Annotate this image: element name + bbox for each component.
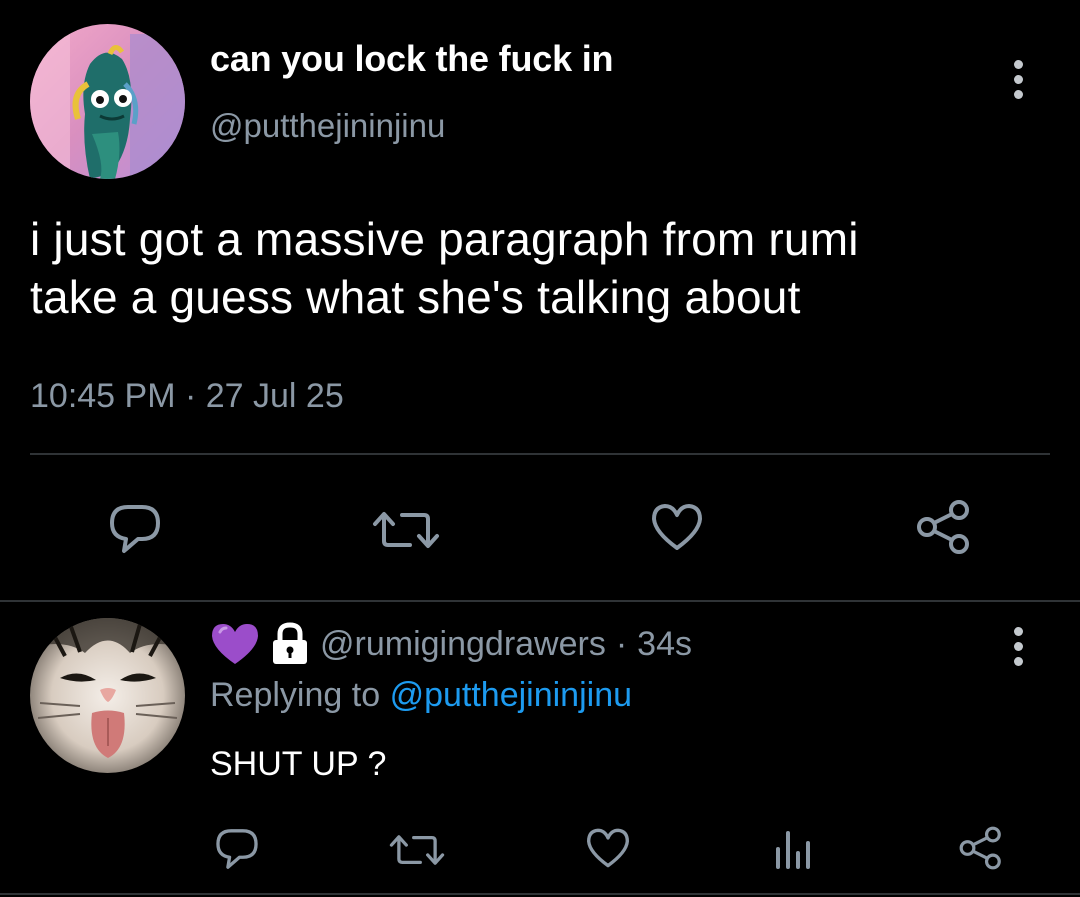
author-avatar[interactable] <box>30 24 185 179</box>
reply-analytics-button[interactable] <box>772 829 816 869</box>
tweet-text: i just got a massive paragraph from rumi… <box>30 210 1050 326</box>
more-dot-icon <box>1013 75 1023 84</box>
reply-share-button[interactable] <box>958 825 1004 871</box>
reply-button[interactable] <box>106 503 164 555</box>
share-icon <box>959 826 1001 870</box>
like-icon <box>587 828 629 868</box>
like-button[interactable] <box>650 502 704 552</box>
author-handle[interactable]: @putthejininjinu <box>210 107 445 145</box>
share-icon <box>917 500 969 554</box>
reply-author-handle[interactable]: @rumigingdrawers <box>320 625 606 664</box>
reply-author-avatar[interactable] <box>30 618 185 773</box>
reply-reply-button[interactable] <box>213 827 261 871</box>
reply-like-button[interactable] <box>585 827 631 869</box>
reply-text: SHUT UP ? <box>210 745 387 783</box>
tweet-text-line: i just got a massive paragraph from rumi <box>30 213 859 265</box>
retweet-icon <box>373 512 439 548</box>
more-options-button[interactable] <box>1008 60 1028 99</box>
more-dot-icon <box>1013 642 1023 651</box>
divider <box>0 600 1080 602</box>
reply-retweet-button[interactable] <box>389 829 445 871</box>
more-dot-icon <box>1013 60 1023 69</box>
retweet-icon <box>389 835 445 865</box>
more-dot-icon <box>1013 627 1023 636</box>
reply-icon <box>216 829 258 869</box>
replying-to-prefix: Replying to <box>210 676 381 714</box>
reply-separator: · <box>615 624 628 663</box>
reply-more-options-button[interactable] <box>1008 627 1028 666</box>
more-dot-icon <box>1013 657 1023 666</box>
replying-to-line: Replying to @putthejininjinu <box>210 676 632 715</box>
tweet-timestamp[interactable]: 10:45 PM · 27 Jul 25 <box>30 377 344 416</box>
reply-icon <box>110 505 160 553</box>
main-tweet: can you lock the fuck in @putthejininjin… <box>0 0 1080 600</box>
analytics-icon <box>776 831 810 869</box>
more-dot-icon <box>1013 90 1023 99</box>
fish-character-avatar-icon <box>30 24 185 179</box>
tweet-text-line: take a guess what she's talking about <box>30 271 801 323</box>
purple-heart-icon <box>212 624 258 664</box>
share-button[interactable] <box>915 499 973 555</box>
divider <box>0 893 1080 895</box>
author-display-name[interactable]: can you lock the fuck in <box>210 38 613 80</box>
reply-header: @rumigingdrawers · 34s <box>210 622 692 666</box>
reply-time[interactable]: 34s <box>637 625 692 664</box>
replying-to-mention[interactable]: @putthejininjinu <box>390 676 632 714</box>
like-icon <box>652 504 702 550</box>
divider <box>30 453 1050 455</box>
lock-icon <box>273 622 307 664</box>
retweet-button[interactable] <box>372 505 440 555</box>
cat-tongue-avatar-icon <box>30 618 185 773</box>
